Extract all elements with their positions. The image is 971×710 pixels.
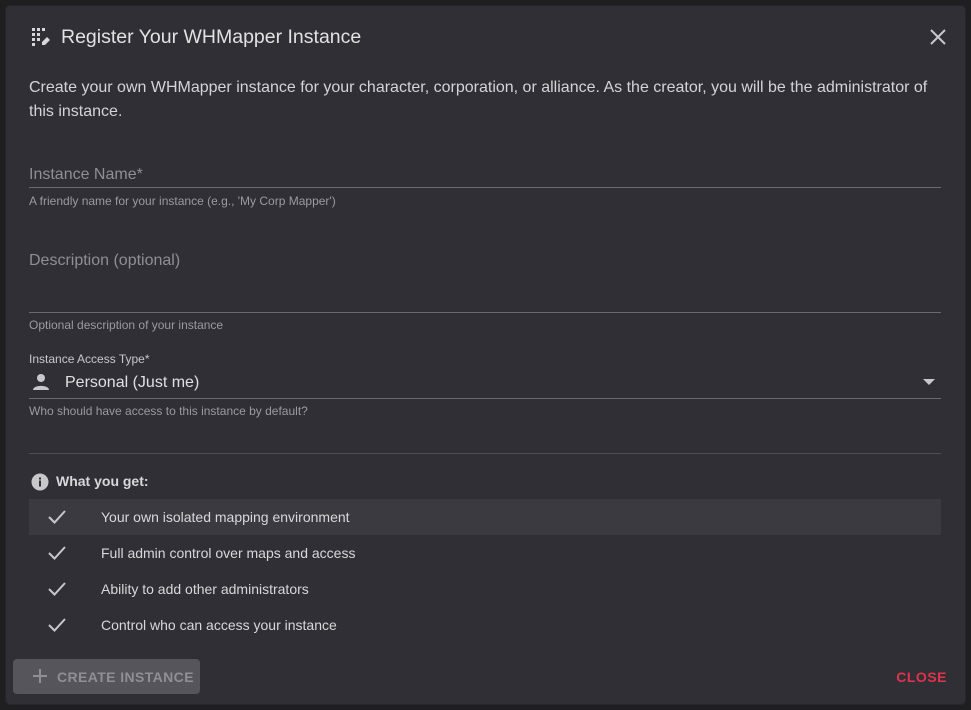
person-icon: [33, 374, 49, 390]
benefit-text: Your own isolated mapping environment: [101, 509, 350, 525]
list-item: Your own isolated mapping environment: [29, 499, 941, 535]
access-type-helper: Who should have access to this instance …: [29, 404, 308, 418]
access-type-label: Instance Access Type*: [29, 352, 150, 366]
list-item: Full admin control over maps and access: [29, 535, 941, 571]
info-icon: [31, 473, 49, 491]
section-divider: [29, 453, 941, 454]
dialog-title-bar: Register Your WHMapper Instance: [6, 6, 965, 68]
close-icon[interactable]: [929, 28, 947, 46]
access-type-value: Personal (Just me): [65, 374, 200, 391]
description-field[interactable]: Description (optional) Optional descript…: [29, 250, 941, 334]
list-item: Control who can access your instance: [29, 607, 941, 643]
register-instance-dialog: Register Your WHMapper Instance Create y…: [6, 6, 965, 704]
benefit-text: Full admin control over maps and access: [101, 545, 356, 561]
access-type-underline: [29, 398, 941, 399]
create-instance-label: CREATE INSTANCE: [57, 669, 194, 685]
description-label: Description (optional): [29, 252, 181, 269]
check-icon: [48, 546, 66, 560]
plus-icon: [33, 669, 47, 683]
create-instance-button[interactable]: CREATE INSTANCE: [13, 659, 200, 694]
benefits-heading-text: What you get:: [56, 473, 149, 489]
list-item: Ability to add other administrators: [29, 571, 941, 607]
app-grid-icon: [32, 28, 50, 46]
dialog-title: Register Your WHMapper Instance: [61, 26, 362, 48]
instance-name-label: Instance Name*: [29, 166, 143, 183]
benefit-text: Ability to add other administrators: [101, 581, 309, 597]
close-button-label: CLOSE: [896, 669, 947, 685]
instance-name-underline: [29, 187, 941, 188]
check-icon: [48, 510, 66, 524]
chevron-down-icon[interactable]: [923, 379, 935, 385]
check-icon: [48, 618, 66, 632]
instance-name-helper: A friendly name for your instance (e.g.,…: [29, 194, 336, 208]
benefits-heading: What you get:: [29, 472, 329, 492]
benefit-text: Control who can access your instance: [101, 617, 337, 633]
description-helper: Optional description of your instance: [29, 318, 224, 332]
access-type-select[interactable]: Instance Access Type* Personal (Just me)…: [29, 352, 941, 422]
intro-text: Create your own WHMapper instance for yo…: [29, 79, 928, 120]
check-icon: [48, 582, 66, 596]
description-underline: [29, 312, 941, 313]
instance-name-field[interactable]: Instance Name* A friendly name for your …: [29, 164, 941, 214]
close-button[interactable]: CLOSE: [885, 659, 955, 694]
